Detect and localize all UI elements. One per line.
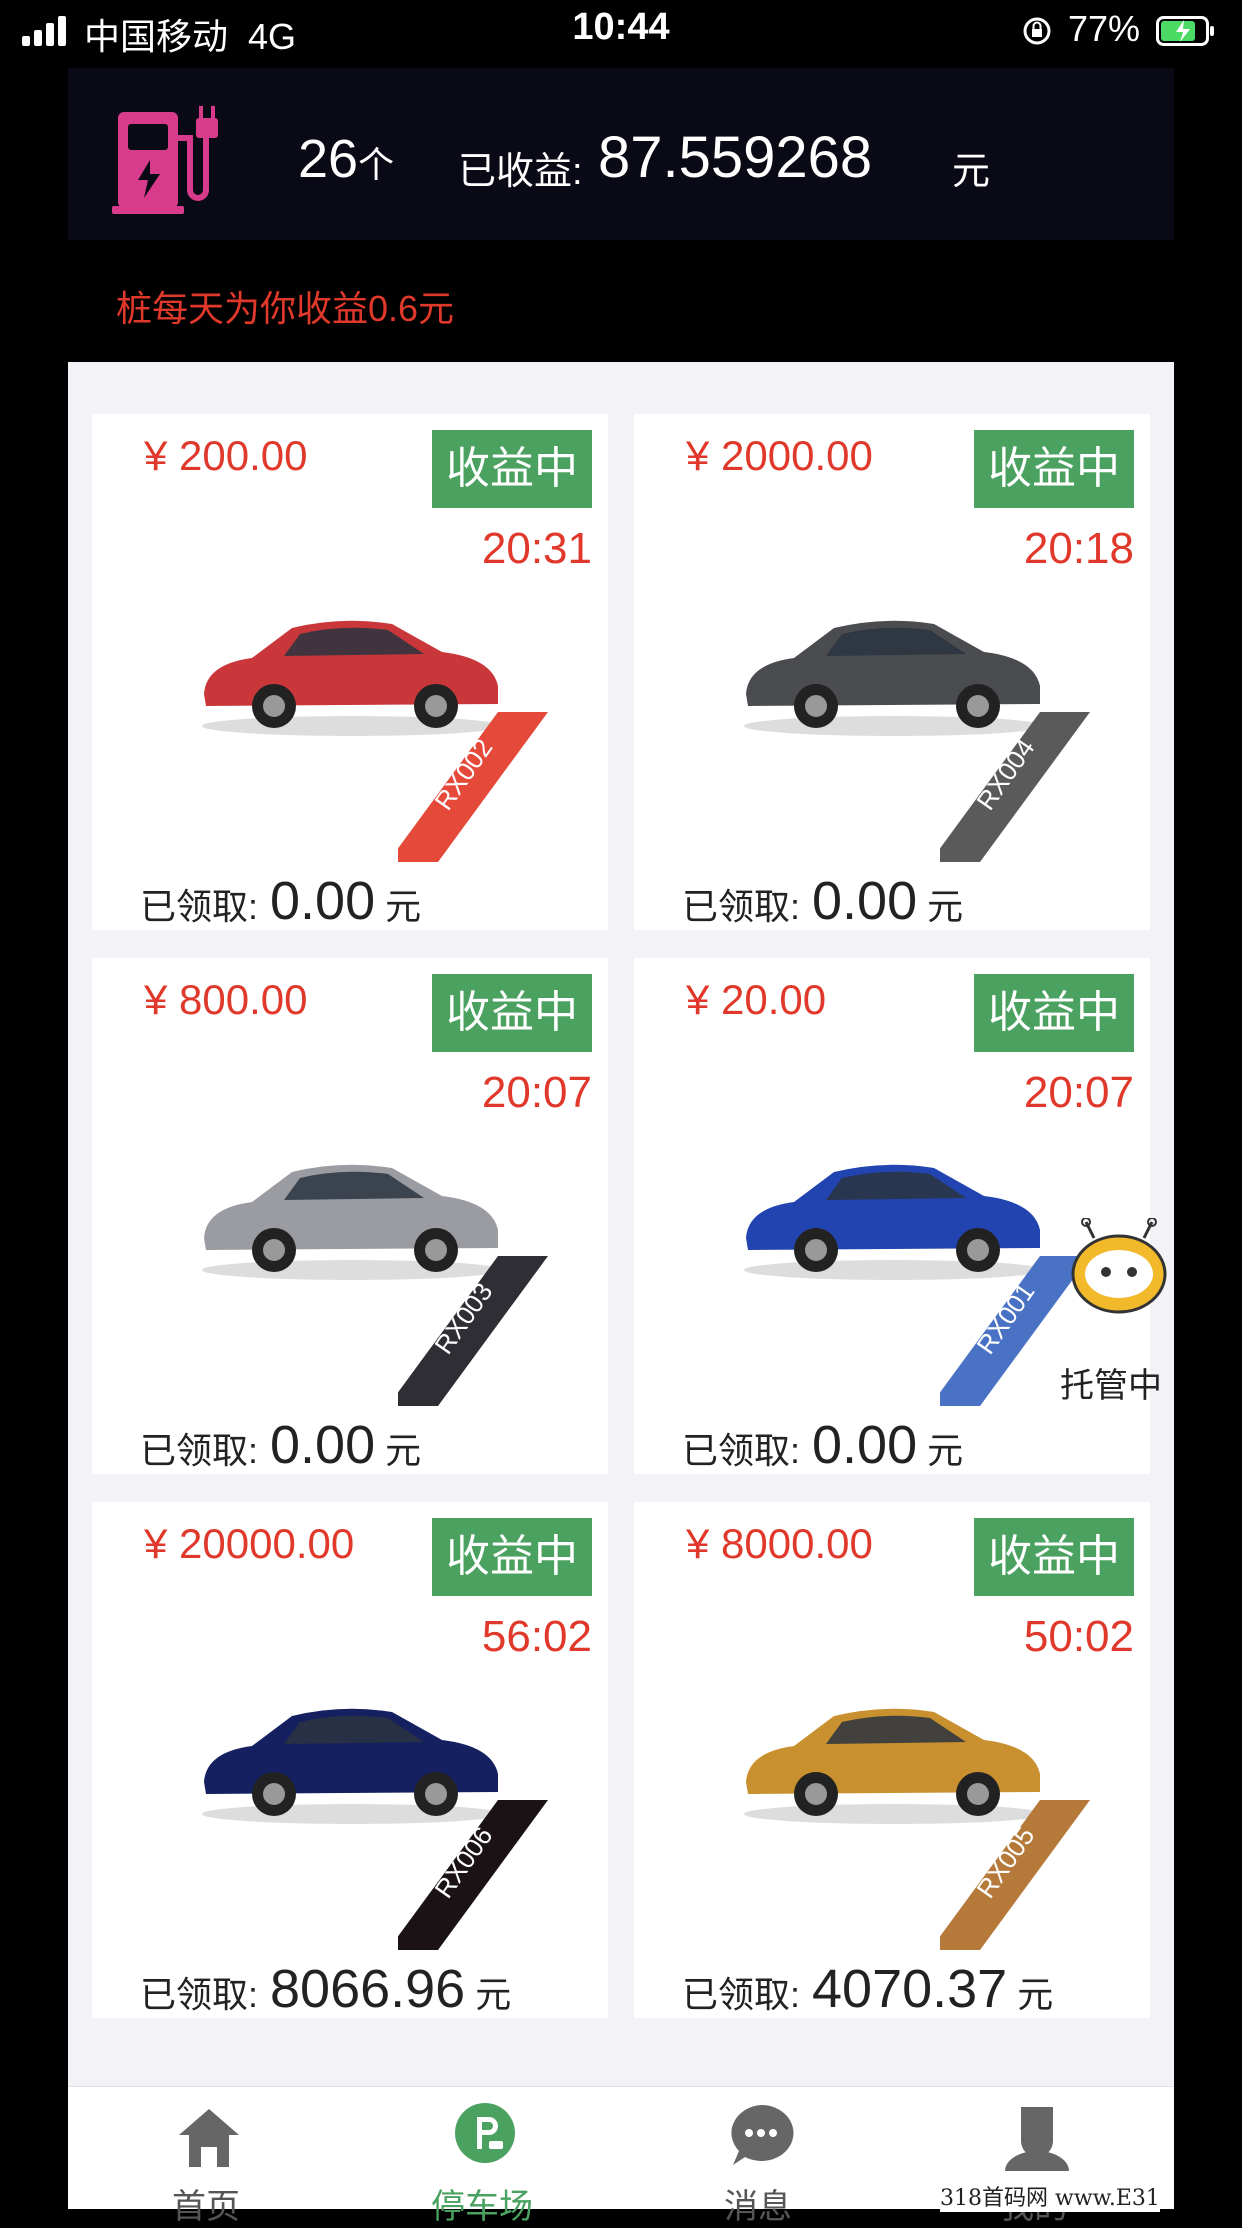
claimed-label: 已领取: — [682, 1974, 801, 2015]
home-icon — [179, 2109, 239, 2167]
status-badge: 收益中 — [432, 974, 592, 1052]
claimed-value: 0.00 — [270, 871, 376, 930]
status-badge: 收益中 — [974, 1518, 1134, 1596]
countdown-time: 50:02 — [1023, 1612, 1134, 1661]
user-icon — [1005, 2107, 1069, 2171]
countdown-time: 56:02 — [481, 1612, 592, 1661]
status-badge: 收益中 — [432, 1518, 592, 1596]
claimed-unit: 元 — [1017, 1974, 1054, 2015]
tab-home[interactable]: 首页 — [68, 2087, 344, 2226]
claimed-unit: 元 — [927, 886, 964, 927]
claimed-unit: 元 — [927, 1430, 964, 1471]
claimed-value: 0.00 — [812, 1415, 918, 1474]
car-card[interactable]: ¥ 200.00 收益中 20:31 RX002 已领取: 0.00 元 — [92, 414, 608, 930]
claimed-amount: 已领取: 0.00 元 — [682, 1414, 963, 1474]
car-price: ¥ 2000.00 — [686, 432, 873, 479]
claimed-amount: 已领取: 0.00 元 — [140, 1414, 421, 1474]
message-icon — [731, 2104, 794, 2165]
claimed-unit: 元 — [475, 1974, 512, 2015]
claimed-label: 已领取: — [682, 886, 801, 927]
claimed-amount: 已领取: 8066.96 元 — [140, 1958, 511, 2018]
car-card[interactable]: ¥ 20000.00 收益中 56:02 RX006 已领取: 8066.96 元 — [92, 1502, 608, 2018]
tab-messages[interactable]: 消息 — [620, 2087, 896, 2226]
status-badge: 收益中 — [974, 430, 1134, 508]
claimed-label: 已领取: — [140, 1430, 259, 1471]
status-badge: 收益中 — [974, 974, 1134, 1052]
car-card[interactable]: ¥ 2000.00 收益中 20:18 RX004 已领取: 0.00 元 — [634, 414, 1150, 930]
watermark-text: 318首码网 www.E31 — [940, 2180, 1160, 2212]
claimed-label: 已领取: — [140, 886, 259, 927]
parking-icon — [455, 2103, 515, 2163]
car-price: ¥ 20000.00 — [144, 1520, 355, 1567]
robot-assistant-icon[interactable] — [1064, 1218, 1174, 1314]
status-badge: 收益中 — [432, 430, 592, 508]
claimed-value: 4070.37 — [812, 1959, 1008, 2018]
claimed-label: 已领取: — [682, 1430, 801, 1471]
countdown-time: 20:07 — [481, 1068, 592, 1117]
claimed-label: 已领取: — [140, 1974, 259, 2015]
claimed-unit: 元 — [385, 886, 422, 927]
car-code-ribbon: RX004 — [940, 712, 1090, 862]
tab-parking[interactable]: 停车场 — [344, 2087, 620, 2226]
tab-messages-label: 消息 — [724, 2188, 792, 2226]
pile-count: 26个 — [298, 129, 395, 189]
claimed-amount: 已领取: 0.00 元 — [682, 870, 963, 930]
earnings-unit: 元 — [952, 151, 991, 193]
claimed-amount: 已领取: 4070.37 元 — [682, 1958, 1053, 2018]
car-code-ribbon: RX003 — [398, 1256, 548, 1406]
claimed-value: 8066.96 — [270, 1959, 466, 2018]
earnings-value: 87.559268 — [598, 125, 873, 190]
tab-parking-label: 停车场 — [431, 2188, 533, 2226]
battery-percent: 77% — [1068, 8, 1141, 49]
status-bar: 中国移动 4G 10:44 77% — [0, 0, 1242, 64]
hosting-status-label: 托管中 — [1060, 1367, 1162, 1405]
car-price: ¥ 8000.00 — [686, 1520, 873, 1567]
daily-earnings-note: 桩每天为你收益0.6元 — [116, 288, 455, 329]
car-code-ribbon: RX006 — [398, 1800, 548, 1950]
claimed-amount: 已领取: 0.00 元 — [140, 870, 421, 930]
battery-icon — [1156, 16, 1214, 46]
claimed-value: 0.00 — [812, 871, 918, 930]
rotation-lock-icon — [1023, 17, 1051, 45]
car-code-ribbon: RX002 — [398, 712, 548, 862]
car-price: ¥ 20.00 — [686, 976, 827, 1023]
earnings-summary: 26个 已收益: 87.559268 元 — [68, 68, 1174, 240]
countdown-time: 20:07 — [1023, 1068, 1134, 1117]
car-price: ¥ 200.00 — [144, 432, 308, 479]
claimed-value: 0.00 — [270, 1415, 376, 1474]
tab-home-label: 首页 — [172, 2188, 240, 2226]
countdown-time: 20:31 — [481, 524, 592, 573]
countdown-time: 20:18 — [1023, 524, 1134, 573]
earnings-label: 已收益: — [458, 151, 583, 193]
claimed-unit: 元 — [385, 1430, 422, 1471]
car-code-ribbon: RX005 — [940, 1800, 1090, 1950]
car-card[interactable]: ¥ 8000.00 收益中 50:02 RX005 已领取: 4070.37 元 — [634, 1502, 1150, 2018]
clock: 10:44 — [572, 6, 670, 48]
charging-pile-icon — [112, 106, 218, 214]
car-price: ¥ 800.00 — [144, 976, 308, 1023]
car-card[interactable]: ¥ 800.00 收益中 20:07 RX003 已领取: 0.00 元 — [92, 958, 608, 1474]
